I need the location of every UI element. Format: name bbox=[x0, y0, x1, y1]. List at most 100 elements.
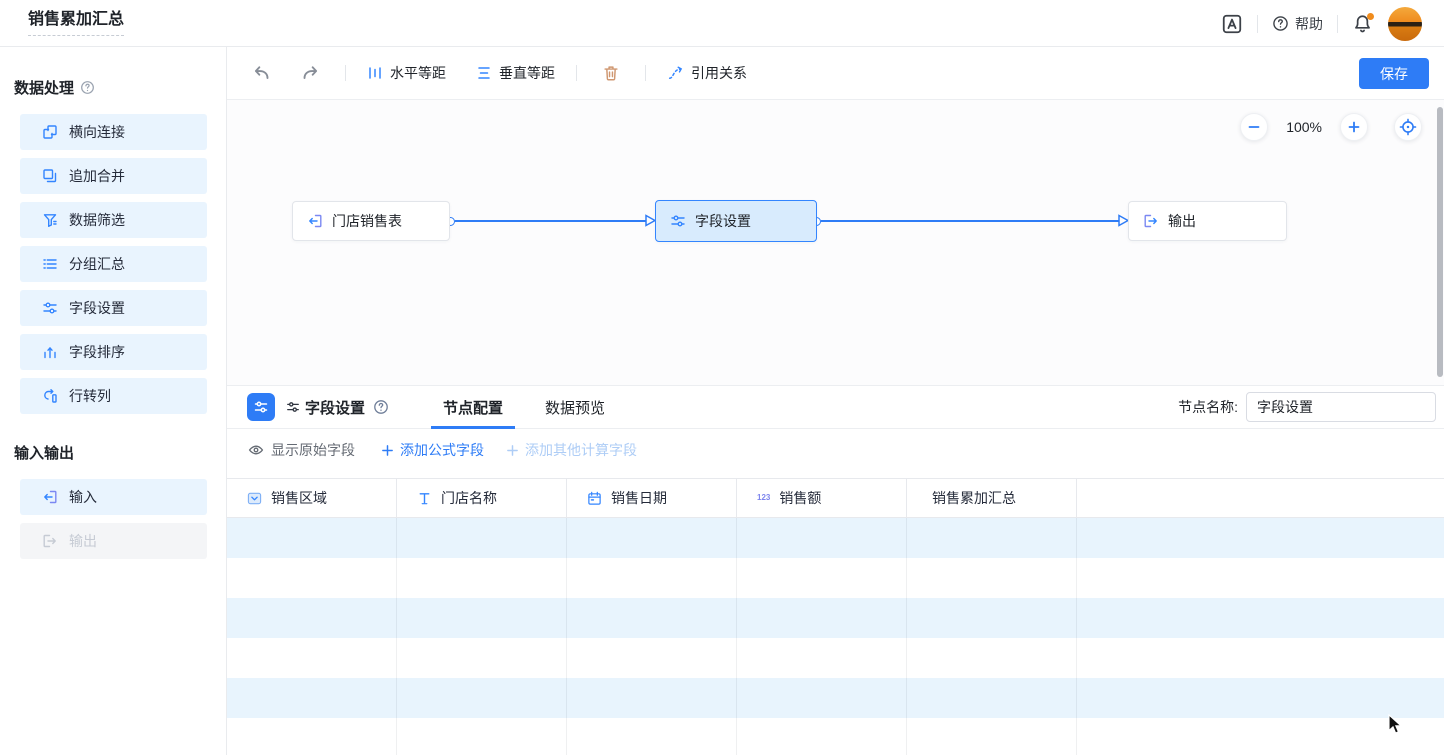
vertical-distribute-button[interactable]: 垂直等距 bbox=[476, 63, 555, 83]
column-header-store-name[interactable]: 门店名称 bbox=[397, 479, 567, 517]
delete-button[interactable] bbox=[598, 60, 624, 86]
output-icon bbox=[42, 533, 58, 549]
item-label: 输入 bbox=[69, 487, 97, 507]
item-label: 数据筛选 bbox=[69, 210, 125, 230]
zoom-controls: 100% bbox=[1240, 113, 1422, 141]
sidebar-item-input[interactable]: 输入 bbox=[20, 479, 207, 515]
sidebar-item-row-to-column[interactable]: 行转列 bbox=[20, 378, 207, 414]
divider bbox=[576, 65, 577, 81]
field-settings-badge-icon bbox=[247, 393, 275, 421]
divider bbox=[1257, 15, 1258, 33]
vertical-scrollbar[interactable] bbox=[1437, 107, 1443, 377]
app-window: 销售累加汇总 帮助 bbox=[0, 0, 1444, 755]
column-header-empty bbox=[1077, 479, 1444, 517]
number-field-icon: 123 bbox=[757, 494, 770, 502]
header-right-cluster: 帮助 bbox=[1221, 0, 1422, 47]
table-row bbox=[227, 518, 1444, 558]
table-row bbox=[227, 678, 1444, 718]
input-icon bbox=[42, 489, 58, 505]
vertical-distribute-icon bbox=[476, 65, 492, 81]
plus-icon bbox=[506, 444, 519, 457]
node-label: 输出 bbox=[1168, 211, 1196, 231]
text-field-icon bbox=[417, 491, 432, 506]
sidebar-item-field-settings[interactable]: 字段设置 bbox=[20, 290, 207, 326]
zoom-out-button[interactable] bbox=[1240, 113, 1268, 141]
column-header-sales-cumulative[interactable]: 销售累加汇总 bbox=[907, 479, 1077, 517]
section-title: 数据处理 bbox=[14, 77, 74, 98]
item-label: 行转列 bbox=[69, 386, 111, 406]
locate-target-icon bbox=[1399, 118, 1417, 136]
row-to-column-icon bbox=[42, 388, 58, 404]
sidebar-item-data-filter[interactable]: 数据筛选 bbox=[20, 202, 207, 238]
divider bbox=[1337, 15, 1338, 33]
union-icon bbox=[42, 168, 58, 184]
undo-icon bbox=[251, 63, 271, 83]
flow-canvas[interactable]: 100% bbox=[227, 100, 1444, 385]
sidebar: 数据处理 横向连接 追加合并 bbox=[0, 47, 227, 755]
table-row bbox=[227, 638, 1444, 678]
sidebar-item-field-sort[interactable]: 字段排序 bbox=[20, 334, 207, 370]
divider bbox=[345, 65, 346, 81]
save-button[interactable]: 保存 bbox=[1359, 58, 1429, 89]
node-name-group: 节点名称: bbox=[1178, 392, 1436, 422]
avatar[interactable] bbox=[1388, 7, 1422, 41]
add-other-calc-field-button: 添加其他计算字段 bbox=[506, 440, 637, 460]
field-settings-mini-icon bbox=[286, 400, 300, 414]
item-label: 追加合并 bbox=[69, 166, 125, 186]
item-label: 字段排序 bbox=[69, 342, 125, 362]
undo-button[interactable] bbox=[248, 60, 274, 86]
reference-relation-button[interactable]: 引用关系 bbox=[667, 63, 747, 83]
help-button[interactable]: 帮助 bbox=[1272, 14, 1323, 34]
input-icon bbox=[307, 213, 323, 229]
notification-bell-icon[interactable] bbox=[1352, 13, 1374, 35]
sidebar-section-input-output: 输入输出 bbox=[14, 442, 226, 463]
node-name-input[interactable] bbox=[1246, 392, 1436, 422]
column-label: 销售区域 bbox=[271, 488, 327, 508]
edge-line-2 bbox=[821, 220, 1120, 222]
add-formula-field-button[interactable]: 添加公式字段 bbox=[381, 440, 484, 460]
action-label: 添加其他计算字段 bbox=[525, 440, 637, 460]
section-title: 输入输出 bbox=[14, 442, 74, 463]
horizontal-distribute-button[interactable]: 水平等距 bbox=[367, 63, 446, 83]
minus-icon bbox=[1247, 120, 1261, 134]
button-label: 引用关系 bbox=[691, 63, 747, 83]
item-label: 分组汇总 bbox=[69, 254, 125, 274]
sidebar-item-output: 输出 bbox=[20, 523, 207, 559]
config-panel: 字段设置 节点配置 数据预览 节点名称: bbox=[227, 385, 1444, 755]
redo-button[interactable] bbox=[298, 60, 324, 86]
translate-icon[interactable] bbox=[1221, 13, 1243, 35]
panel-header: 字段设置 节点配置 数据预览 节点名称: bbox=[227, 386, 1444, 429]
panel-help-icon[interactable] bbox=[373, 399, 389, 415]
question-icon[interactable] bbox=[80, 80, 95, 95]
sidebar-item-horizontal-join[interactable]: 横向连接 bbox=[20, 114, 207, 150]
tab-node-config[interactable]: 节点配置 bbox=[443, 386, 503, 429]
sidebar-item-group-summary[interactable]: 分组汇总 bbox=[20, 246, 207, 282]
flow-node-field-settings[interactable]: 字段设置 bbox=[655, 200, 817, 242]
column-label: 销售日期 bbox=[611, 488, 667, 508]
tab-data-preview[interactable]: 数据预览 bbox=[545, 386, 605, 429]
output-icon bbox=[1143, 213, 1159, 229]
sidebar-item-append-union[interactable]: 追加合并 bbox=[20, 158, 207, 194]
page-title[interactable]: 销售累加汇总 bbox=[28, 10, 124, 36]
field-settings-icon bbox=[670, 213, 686, 229]
divider bbox=[645, 65, 646, 81]
locate-button[interactable] bbox=[1394, 113, 1422, 141]
item-label: 横向连接 bbox=[69, 122, 125, 142]
flow-node-store-sales-table[interactable]: 门店销售表 bbox=[292, 201, 450, 241]
show-original-fields-toggle[interactable]: 显示原始字段 bbox=[248, 440, 355, 460]
button-label: 水平等距 bbox=[390, 63, 446, 83]
zoom-in-button[interactable] bbox=[1340, 113, 1368, 141]
node-label: 门店销售表 bbox=[332, 211, 402, 231]
join-icon bbox=[42, 124, 58, 140]
field-sort-icon bbox=[42, 344, 58, 360]
horizontal-distribute-icon bbox=[367, 65, 383, 81]
eye-icon bbox=[248, 442, 264, 458]
column-header-sales-amount[interactable]: 123 销售额 bbox=[737, 479, 907, 517]
action-label: 显示原始字段 bbox=[271, 440, 355, 460]
panel-title: 字段设置 bbox=[305, 397, 365, 418]
column-label: 销售累加汇总 bbox=[932, 488, 1016, 508]
zoom-level: 100% bbox=[1286, 119, 1322, 135]
column-header-sales-region[interactable]: 销售区域 bbox=[227, 479, 397, 517]
column-header-sales-date[interactable]: 销售日期 bbox=[567, 479, 737, 517]
flow-node-output[interactable]: 输出 bbox=[1128, 201, 1287, 241]
